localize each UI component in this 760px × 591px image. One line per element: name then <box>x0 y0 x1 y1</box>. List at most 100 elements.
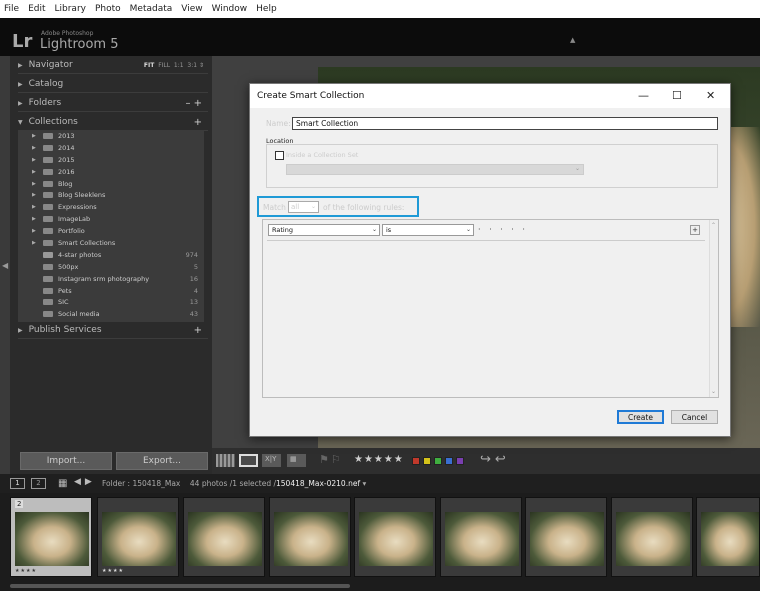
thumbnail[interactable] <box>183 497 265 577</box>
collection-icon <box>43 299 53 306</box>
export-button[interactable]: Export... <box>116 452 208 470</box>
menu-window[interactable]: Window <box>212 4 248 14</box>
collection-set-icon <box>43 192 53 199</box>
navigator-header[interactable]: ▶ Navigator FIT FILL 1:1 3:1 ⇕ <box>18 57 208 74</box>
expand-icon: ▶ <box>32 216 36 223</box>
menu-edit[interactable]: Edit <box>28 4 45 14</box>
collection-set[interactable]: ▶ ImageLab <box>18 213 204 225</box>
collapse-left-icon[interactable]: ◀ <box>2 261 8 270</box>
menu-help[interactable]: Help <box>256 4 277 14</box>
import-button[interactable]: Import... <box>20 452 112 470</box>
top-panel-toggle-icon[interactable]: ▲ <box>570 36 575 44</box>
cancel-button[interactable]: Cancel <box>671 410 718 424</box>
nav-arrows[interactable]: ◀▶ <box>74 477 96 487</box>
folders-add-remove[interactable]: – + <box>185 98 202 109</box>
thumbnail[interactable] <box>354 497 436 577</box>
thumbnail[interactable]: 2 ★★★★ <box>10 497 92 577</box>
folders-header[interactable]: ▶ Folders – + <box>18 95 208 112</box>
expand-icon: ▶ <box>32 239 36 246</box>
inside-collection-set-checkbox[interactable] <box>275 151 284 160</box>
rotate-icons[interactable]: ↪↩ <box>480 452 510 467</box>
color-labels[interactable] <box>412 457 464 465</box>
collection-set[interactable]: ▶ 2015 <box>18 154 204 166</box>
create-button[interactable]: Create <box>617 410 664 424</box>
maximize-icon[interactable]: ☐ <box>672 89 682 102</box>
navigator-zoom-options[interactable]: FIT FILL 1:1 3:1 ⇕ <box>144 62 204 69</box>
collections-list: ▶ 2013 ▶ 2014 ▶ 2015 ▶ 2016 ▶ Blog ▶ Blog Slee… <box>18 130 204 322</box>
rule-rating-value[interactable]: · · · · · <box>478 225 528 234</box>
source-info[interactable]: Folder : 150418_Max 44 photos /1 selecte… <box>102 479 366 488</box>
menu-view[interactable]: View <box>181 4 202 14</box>
menu-library[interactable]: Library <box>55 4 86 14</box>
collection-set-icon <box>43 204 53 211</box>
smart-collection[interactable]: 4-star photos 974 <box>18 249 204 261</box>
color-label-purple <box>456 457 464 465</box>
identity-plate: Lr Adobe Photoshop Lightroom 5 ▲ <box>0 18 760 56</box>
collection-set[interactable]: ▶ Blog Sleeklens <box>18 189 204 201</box>
collection[interactable]: Pets 4 <box>18 285 204 297</box>
thumbnail[interactable] <box>611 497 693 577</box>
thumbnail-image <box>445 512 519 566</box>
thumbnail-image <box>359 512 433 566</box>
rule-divider <box>267 240 705 241</box>
thumbnail[interactable] <box>696 497 760 577</box>
add-rule-button[interactable]: + <box>690 225 700 235</box>
catalog-header[interactable]: ▶ Catalog <box>18 76 208 93</box>
collection-set-select[interactable]: ⌄ <box>286 164 584 175</box>
collections-header[interactable]: ▼ Collections + <box>18 114 208 131</box>
collection-set[interactable]: ▶ 2013 <box>18 130 204 142</box>
name-input[interactable]: Smart Collection <box>292 117 718 130</box>
collection[interactable]: SIC 13 <box>18 296 204 308</box>
collection-set[interactable]: ▶ Smart Collections <box>18 237 204 249</box>
grid-view-icon[interactable] <box>216 454 235 467</box>
expand-icon: ▶ <box>18 61 23 69</box>
second-window-button[interactable]: 2 <box>31 478 46 489</box>
add-publish-service-icon[interactable]: + <box>194 325 202 336</box>
rating-stars[interactable]: ★★★★★ <box>354 454 404 465</box>
rules-scrollbar[interactable]: ⌃ ⌄ <box>709 220 718 397</box>
collection-set-icon <box>43 180 53 187</box>
dialog-title: Create Smart Collection <box>250 84 730 108</box>
left-panel-edge[interactable]: ◀ <box>0 56 10 474</box>
thumbnail[interactable] <box>440 497 522 577</box>
survey-view-icon[interactable]: ▦ <box>287 454 306 467</box>
thumbnail[interactable] <box>525 497 607 577</box>
scroll-up-icon: ⌃ <box>711 222 717 229</box>
thumbnail-image <box>616 512 690 566</box>
grid-icon[interactable]: ▦ <box>58 478 67 489</box>
collection[interactable]: 500px 5 <box>18 261 204 273</box>
expand-icon: ▶ <box>32 156 36 163</box>
menu-photo[interactable]: Photo <box>95 4 121 14</box>
collection[interactable]: Instagram srm photography 16 <box>18 273 204 285</box>
thumbnail[interactable]: ★★★★ <box>97 497 179 577</box>
collection-set[interactable]: ▶ Portfolio <box>18 225 204 237</box>
filmstrip-scrollbar[interactable] <box>10 584 350 588</box>
expand-icon: ▶ <box>32 204 36 211</box>
collection-icon <box>43 287 53 294</box>
minimize-icon[interactable]: — <box>638 89 649 102</box>
color-label-red <box>412 457 420 465</box>
rule-field-select[interactable]: Rating ⌄ <box>268 224 380 236</box>
main-window-button[interactable]: 1 <box>10 478 25 489</box>
loupe-view-icon[interactable] <box>239 454 258 467</box>
collection-set[interactable]: ▶ Expressions <box>18 201 204 213</box>
thumbnail[interactable] <box>269 497 351 577</box>
collection-set-icon <box>43 239 53 246</box>
menu-metadata[interactable]: Metadata <box>130 4 173 14</box>
match-select[interactable]: all ⌄ <box>288 201 319 213</box>
close-icon[interactable]: ✕ <box>706 89 715 102</box>
publish-services-header[interactable]: ▶ Publish Services + <box>18 322 208 339</box>
menu-file[interactable]: File <box>4 4 19 14</box>
app-name: Lightroom 5 <box>40 37 119 52</box>
add-collection-icon[interactable]: + <box>194 117 202 128</box>
collection-set[interactable]: ▶ 2014 <box>18 142 204 154</box>
collection[interactable]: Social media 43 <box>18 308 204 320</box>
rule-operator-select[interactable]: is ⌄ <box>382 224 474 236</box>
app-vendor: Adobe Photoshop <box>41 30 94 37</box>
compare-view-icon[interactable]: X|Y <box>262 454 281 467</box>
chevron-down-icon: ⌄ <box>465 226 471 233</box>
toolbar: X|Y ▦ ⚑⚐ ★★★★★ ↪↩ <box>212 448 760 474</box>
collection-set[interactable]: ▶ Blog <box>18 178 204 190</box>
flag-icons[interactable]: ⚑⚐ <box>319 453 343 466</box>
collection-set[interactable]: ▶ 2016 <box>18 166 204 178</box>
